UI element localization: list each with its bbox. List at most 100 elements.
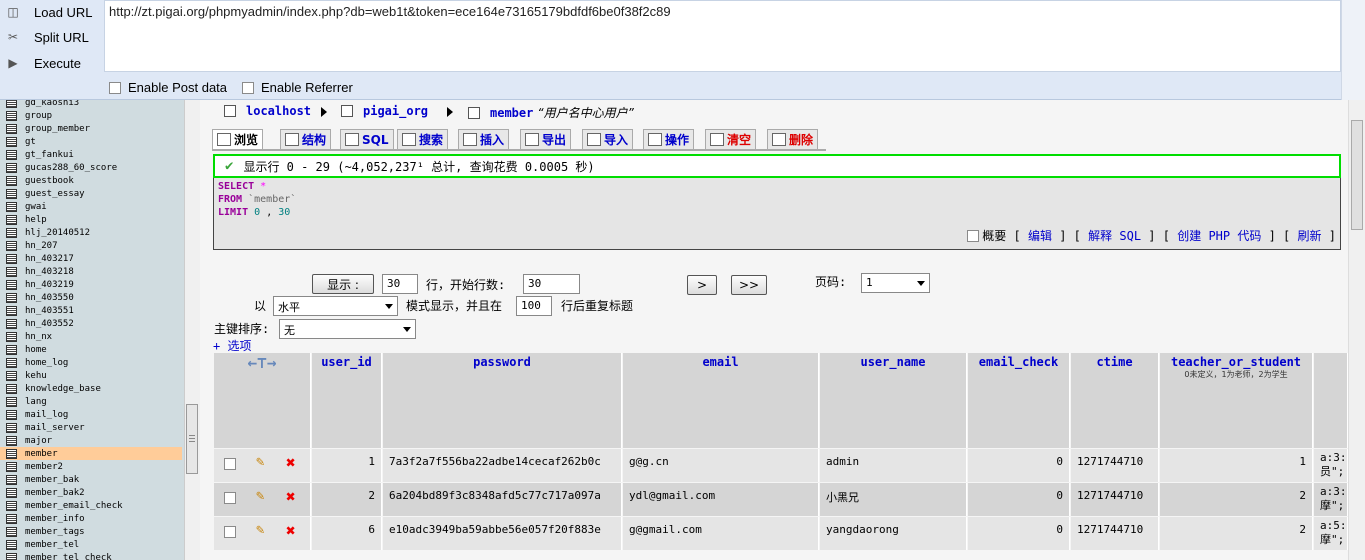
table-icon[interactable] xyxy=(6,500,17,511)
table-icon[interactable] xyxy=(6,344,17,355)
breadcrumb-table[interactable]: member “用户名中心用户” xyxy=(468,104,634,121)
breadcrumb-db[interactable]: pigai_org xyxy=(341,104,428,118)
table-icon[interactable] xyxy=(6,253,17,264)
sort-select[interactable]: 无 xyxy=(279,319,416,339)
col-header-email[interactable]: email xyxy=(623,353,819,448)
url-scrollbar[interactable] xyxy=(1341,0,1365,100)
cell-teacher-or-student[interactable]: 2 xyxy=(1160,483,1313,516)
table-icon[interactable] xyxy=(6,539,17,550)
sidebar-table-item[interactable]: member_info xyxy=(0,512,182,525)
sidebar-table-item[interactable]: member_bak xyxy=(0,473,182,486)
table-icon[interactable] xyxy=(6,487,17,498)
profile-checkbox[interactable] xyxy=(967,229,980,242)
breadcrumb-server[interactable]: localhost xyxy=(224,104,311,118)
enable-post-checkbox[interactable]: Enable Post data xyxy=(109,80,227,95)
sidebar-table-item[interactable]: member2 xyxy=(0,460,182,473)
sidebar-table-item[interactable]: hn_403218 xyxy=(0,265,182,278)
sidebar-table-item[interactable]: home_log xyxy=(0,356,182,369)
main-scrollbar[interactable] xyxy=(1348,100,1365,560)
cell-user-id[interactable]: 2 xyxy=(312,483,382,516)
cell-teacher-or-student[interactable]: 1 xyxy=(1160,449,1313,482)
sidebar-table-item[interactable]: mail_log xyxy=(0,408,182,421)
sidebar-table-item[interactable]: member xyxy=(0,447,182,460)
tab-operations[interactable]: 操作 xyxy=(643,129,695,149)
table-icon[interactable] xyxy=(6,357,17,368)
table-icon[interactable] xyxy=(6,227,17,238)
cell-teacher-or-student[interactable]: 2 xyxy=(1160,517,1313,550)
col-header-more[interactable] xyxy=(1314,353,1348,448)
show-button[interactable]: 显示 : xyxy=(312,274,374,294)
sidebar-table-item[interactable]: hn_nx xyxy=(0,330,182,343)
sidebar-table-item[interactable]: help xyxy=(0,213,182,226)
row-checkbox[interactable] xyxy=(224,526,236,538)
col-header-user-name[interactable]: user_name xyxy=(820,353,967,448)
table-icon[interactable] xyxy=(6,240,17,251)
sidebar-table-item[interactable]: member_email_check xyxy=(0,499,182,512)
tab-insert[interactable]: 插入 xyxy=(458,129,510,149)
enable-referrer-checkbox[interactable]: Enable Referrer xyxy=(242,80,353,95)
load-url-button[interactable]: ◫ Load URL xyxy=(0,0,100,24)
cell-extra[interactable]: a:3: 摩"; xyxy=(1314,483,1348,516)
table-icon[interactable] xyxy=(6,461,17,472)
table-icon[interactable] xyxy=(6,370,17,381)
cell-email-check[interactable]: 0 xyxy=(968,449,1070,482)
col-header-password[interactable]: password xyxy=(383,353,622,448)
rows-input[interactable]: 30 xyxy=(382,274,418,294)
table-icon[interactable] xyxy=(6,513,17,524)
cell-password[interactable]: 7a3f2a7f556ba22adbe14cecaf262b0c xyxy=(383,449,622,482)
cell-extra[interactable]: a:5: 摩"; xyxy=(1314,517,1348,550)
table-icon[interactable] xyxy=(6,383,17,394)
table-icon[interactable] xyxy=(6,409,17,420)
table-icon[interactable] xyxy=(6,305,17,316)
col-header-user-id[interactable]: user_id xyxy=(312,353,382,448)
sidebar-table-item[interactable]: group xyxy=(0,109,182,122)
row-checkbox[interactable] xyxy=(224,492,236,504)
page-select[interactable]: 1 xyxy=(861,273,930,293)
cell-user-name[interactable]: yangdaorong xyxy=(820,517,967,550)
sidebar-table-item[interactable]: hlj_20140512 xyxy=(0,226,182,239)
sidebar-table-item[interactable]: member_tags xyxy=(0,525,182,538)
cell-email-check[interactable]: 0 xyxy=(968,517,1070,550)
repeat-header-input[interactable]: 100 xyxy=(516,296,552,316)
sidebar-table-item[interactable]: hn_207 xyxy=(0,239,182,252)
sidebar-table-item[interactable]: knowledge_base xyxy=(0,382,182,395)
col-header-ctime[interactable]: ctime xyxy=(1071,353,1159,448)
sidebar-table-item[interactable]: member_bak2 xyxy=(0,486,182,499)
sidebar-table-item[interactable]: gucas288_60_score xyxy=(0,161,182,174)
cell-email-check[interactable]: 0 xyxy=(968,483,1070,516)
edit-pencil-icon[interactable]: ✎ xyxy=(256,522,272,538)
cell-email[interactable]: g@g.cn xyxy=(623,449,819,482)
tab-empty[interactable]: 清空 xyxy=(705,129,757,149)
sidebar-table-item[interactable]: hn_403552 xyxy=(0,317,182,330)
tab-browse[interactable]: 浏览 xyxy=(212,129,264,149)
tab-search[interactable]: 搜索 xyxy=(397,129,449,149)
tab-drop[interactable]: 删除 xyxy=(767,129,819,149)
cell-ctime[interactable]: 1271744710 xyxy=(1071,517,1159,550)
col-header-teacher-or-student[interactable]: teacher_or_student 0未定义，1为老师，2为学生 xyxy=(1160,353,1313,448)
delete-x-icon[interactable]: ✖ xyxy=(286,521,302,540)
sidebar-table-item[interactable]: group_member xyxy=(0,122,182,135)
table-icon[interactable] xyxy=(6,162,17,173)
table-icon[interactable] xyxy=(6,448,17,459)
table-icon[interactable] xyxy=(6,474,17,485)
cell-password[interactable]: e10adc3949ba59abbe56e057f20f883e xyxy=(383,517,622,550)
sidebar-scroll-thumb[interactable] xyxy=(186,404,198,474)
table-icon[interactable] xyxy=(6,435,17,446)
table-icon[interactable] xyxy=(6,266,17,277)
table-icon[interactable] xyxy=(6,201,17,212)
sidebar-scrollbar[interactable] xyxy=(184,100,200,560)
sidebar-table-item[interactable]: hn_403550 xyxy=(0,291,182,304)
start-input[interactable]: 30 xyxy=(523,274,580,294)
sidebar-table-item[interactable]: hn_403551 xyxy=(0,304,182,317)
tab-import[interactable]: 导入 xyxy=(582,129,634,149)
execute-button[interactable]: ▶ Execute xyxy=(0,51,100,75)
cell-user-name[interactable]: 小黑兄 xyxy=(820,483,967,516)
sidebar-table-item[interactable]: hn_403217 xyxy=(0,252,182,265)
cell-extra[interactable]: a:3: 员"; xyxy=(1314,449,1348,482)
table-icon[interactable] xyxy=(6,110,17,121)
cell-user-id[interactable]: 1 xyxy=(312,449,382,482)
split-url-button[interactable]: ✂ Split URL xyxy=(0,25,100,49)
sidebar-table-item[interactable]: lang xyxy=(0,395,182,408)
options-link[interactable]: + 选项 xyxy=(213,337,251,354)
table-icon[interactable] xyxy=(6,318,17,329)
